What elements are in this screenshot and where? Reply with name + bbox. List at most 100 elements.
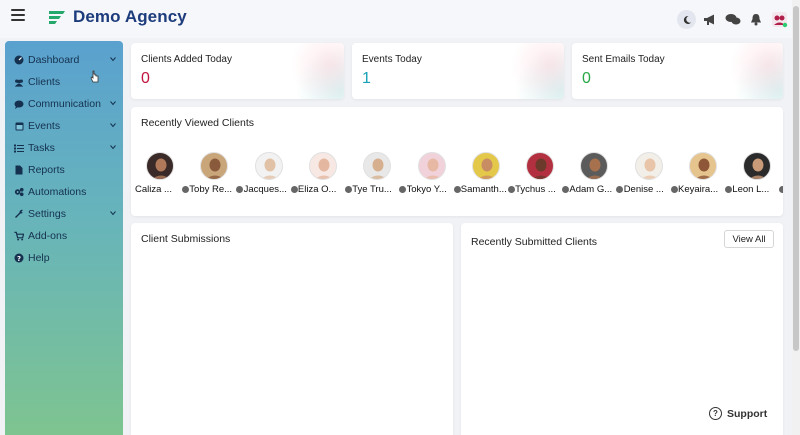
client-info-icon[interactable] [616,186,624,193]
sidebar-item-reports[interactable]: Reports [5,159,123,181]
client-name[interactable]: Adam G... [569,184,615,195]
client-submissions-card: Client Submissions [131,223,453,435]
client-name[interactable]: Samanth... [461,184,507,195]
megaphone-icon[interactable] [701,11,719,29]
client-avatar[interactable] [634,152,663,180]
wrench-icon [14,209,24,219]
client-avatar[interactable] [580,152,609,180]
client-avatar[interactable] [254,152,283,180]
chevron-down-icon [110,101,116,106]
view-all-button[interactable]: View All [724,230,774,248]
client-info-icon[interactable] [290,186,298,193]
stat-value: 0 [582,70,591,87]
client-name[interactable]: Tychus ... [515,184,561,195]
chat-icon [14,99,24,109]
sidebar-item-clients[interactable]: Clients [5,71,123,93]
client-info-icon[interactable] [562,186,570,193]
client-name[interactable]: Jacques... [244,184,290,195]
stat-value: 1 [362,70,371,87]
recent-client-item[interactable]: Leon L... [732,150,783,198]
svg-text:?: ? [17,255,21,263]
file-icon [14,165,24,175]
sidebar-item-automations[interactable]: Automations [5,181,123,203]
client-avatar[interactable] [363,152,392,180]
sidebar-item-events[interactable]: Events [5,115,123,137]
client-info-icon[interactable] [507,186,515,193]
section-title: Recently Submitted Clients [471,236,598,248]
chevron-down-icon [110,123,116,128]
client-avatar[interactable] [200,152,229,180]
sidebar-item-communication[interactable]: Communication [5,93,123,115]
recent-client-item[interactable]: Samanth... [461,150,515,198]
sidebar-item-settings[interactable]: Settings [5,203,123,225]
client-info-icon[interactable] [670,186,678,193]
client-avatar[interactable] [471,152,500,180]
client-info-icon[interactable] [182,186,189,193]
client-avatar[interactable] [689,152,717,180]
notifications-bell-icon[interactable] [747,11,765,29]
recent-client-item[interactable]: Tye Tru... [352,150,407,198]
client-name[interactable]: Eliza O... [298,184,344,195]
client-name[interactable]: Keyaira... [678,184,724,195]
client-info-icon[interactable] [453,186,461,193]
client-info-icon[interactable] [779,186,783,193]
dark-mode-toggle-icon[interactable] [677,10,696,29]
client-name[interactable]: Caliza ... [135,184,181,195]
gauge-icon [14,55,24,65]
recent-client-item[interactable]: Adam G... [569,150,624,198]
support-button[interactable]: ? Support [709,407,767,420]
sidebar-item-label: Add-ons [28,230,68,242]
recent-client-item[interactable]: Tokyo Y... [407,150,461,198]
brand[interactable]: Demo Agency [47,7,187,27]
sidebar-item-label: Settings [28,208,66,220]
client-name[interactable]: Tye Tru... [352,184,398,195]
question-circle-icon: ? [709,407,722,420]
recent-client-item[interactable]: Caliza ... [135,150,189,198]
sidebar-item-label: Dashboard [28,54,80,66]
client-avatar[interactable] [146,152,174,180]
recent-client-item[interactable]: Eliza O... [298,150,352,198]
client-avatar[interactable] [743,152,772,180]
client-name[interactable]: Tokyo Y... [407,184,453,195]
client-name[interactable]: Leon L... [732,184,778,195]
client-avatar[interactable] [308,152,337,180]
recently-submitted-clients-card: Recently Submitted Clients View All [461,223,783,435]
sidebar-item-label: Automations [28,186,87,198]
recent-client-item[interactable]: Denise ... [624,150,678,198]
cart-icon [14,231,24,241]
user-avatar-icon[interactable] [770,11,788,29]
recent-client-item[interactable]: Jacques... [244,150,298,198]
client-info-icon[interactable] [236,186,244,193]
clients-row: Caliza ... Toby Re... Jacques... Eliza O...… [135,150,783,200]
recent-client-item[interactable]: Toby Re... [189,150,244,198]
client-info-icon[interactable] [344,186,352,193]
tasks-icon [14,143,24,153]
top-icons [672,10,788,29]
sidebar-item-add-ons[interactable]: Add-ons [5,225,123,247]
chevron-down-icon [110,57,116,62]
client-name[interactable]: Denise ... [624,184,670,195]
stat-card-sent-emails: Sent Emails Today 0 [572,43,783,99]
messages-icon[interactable] [724,11,742,29]
client-info-icon[interactable] [399,186,407,193]
chevron-down-icon [110,145,116,150]
stat-label: Sent Emails Today [582,54,665,65]
recent-client-item[interactable]: Tychus ... [515,150,570,198]
card-decoration [494,43,564,99]
question-icon: ? [14,253,24,263]
support-label: Support [727,407,768,420]
client-avatar[interactable] [526,152,555,180]
hamburger-menu-icon[interactable] [11,9,25,21]
sidebar-item-dashboard[interactable]: Dashboard [5,49,123,71]
client-name[interactable]: Toby Re... [189,184,235,195]
stat-card-events-today: Events Today 1 [352,43,564,99]
sidebar-item-tasks[interactable]: Tasks [5,137,123,159]
page-scrollbar[interactable] [792,0,800,435]
users-icon [14,77,24,87]
client-info-icon[interactable] [725,186,732,193]
client-avatar[interactable] [417,152,446,180]
recent-client-item[interactable]: Keyaira... [678,150,732,198]
calendar-icon [14,121,24,131]
sidebar-item-help[interactable]: ? Help [5,247,123,269]
scrollbar-thumb[interactable] [793,6,799,351]
